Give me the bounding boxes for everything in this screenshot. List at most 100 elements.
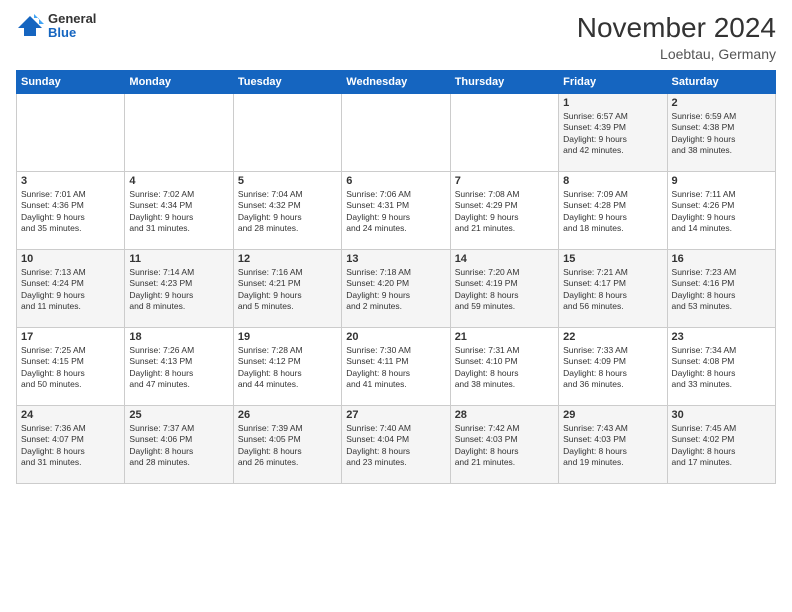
day-number: 17 (21, 331, 120, 343)
day-info: Sunrise: 7:06 AMSunset: 4:31 PMDaylight:… (346, 189, 445, 235)
calendar-header-friday: Friday (559, 71, 667, 94)
day-info: Sunrise: 7:40 AMSunset: 4:04 PMDaylight:… (346, 423, 445, 469)
table-row: 19 Sunrise: 7:28 AMSunset: 4:12 PMDayligh… (233, 328, 341, 406)
day-info: Sunrise: 7:09 AMSunset: 4:28 PMDaylight:… (563, 189, 662, 235)
table-row: 2Sunrise: 6:59 AMSunset: 4:38 PMDaylight… (667, 94, 775, 172)
day-info: Sunrise: 7:25 AMSunset: 4:15 PMDaylight:… (21, 345, 120, 391)
page-header: General Blue November 2024 Loebtau, Germ… (0, 0, 792, 70)
calendar-header-thursday: Thursday (450, 71, 558, 94)
calendar-header-wednesday: Wednesday (342, 71, 450, 94)
table-row: 22Sunrise: 7:33 AMSunset: 4:09 PMDayligh… (559, 328, 667, 406)
day-info: Sunrise: 7:21 AMSunset: 4:17 PMDaylight:… (563, 267, 662, 313)
day-number: 8 (563, 175, 662, 187)
day-info: Sunrise: 7:33 AMSunset: 4:09 PMDaylight:… (563, 345, 662, 391)
day-number: 9 (672, 175, 771, 187)
table-row (17, 94, 125, 172)
day-info: Sunrise: 7:34 AMSunset: 4:08 PMDaylight:… (672, 345, 771, 391)
day-number: 1 (563, 97, 662, 109)
table-row: 20Sunrise: 7:30 AMSunset: 4:11 PMDayligh… (342, 328, 450, 406)
calendar-table: SundayMondayTuesdayWednesdayThursdayFrid… (16, 70, 776, 484)
day-info: Sunrise: 7:01 AMSunset: 4:36 PMDaylight:… (21, 189, 120, 235)
day-info: Sunrise: 6:57 AMSunset: 4:39 PMDaylight:… (563, 111, 662, 157)
table-row: 14Sunrise: 7:20 AMSunset: 4:19 PMDayligh… (450, 250, 558, 328)
calendar-header-monday: Monday (125, 71, 233, 94)
day-number: 11 (129, 253, 228, 265)
table-row: 25 Sunrise: 7:37 AMSunset: 4:06 PMDayligh… (125, 406, 233, 484)
calendar-week-2: 10 Sunrise: 7:13 AMSunset: 4:24 PMDayligh… (17, 250, 776, 328)
day-number: 25 (129, 409, 228, 421)
table-row: 10 Sunrise: 7:13 AMSunset: 4:24 PMDayligh… (17, 250, 125, 328)
calendar-week-1: 3Sunrise: 7:01 AMSunset: 4:36 PMDaylight… (17, 172, 776, 250)
table-row: 7 Sunrise: 7:08 AMSunset: 4:29 PMDaylight… (450, 172, 558, 250)
table-row: 28 Sunrise: 7:42 AMSunset: 4:03 PMDayligh… (450, 406, 558, 484)
table-row (450, 94, 558, 172)
day-number: 28 (455, 409, 554, 421)
title-section: November 2024 Loebtau, Germany (577, 12, 776, 62)
day-number: 29 (563, 409, 662, 421)
day-info: Sunrise: 7:11 AMSunset: 4:26 PMDaylight:… (672, 189, 771, 235)
table-row: 5 Sunrise: 7:04 AMSunset: 4:32 PMDaylight… (233, 172, 341, 250)
day-number: 19 (238, 331, 337, 343)
table-row (125, 94, 233, 172)
calendar-week-0: 1 Sunrise: 6:57 AMSunset: 4:39 PMDaylight… (17, 94, 776, 172)
table-row: 27 Sunrise: 7:40 AMSunset: 4:04 PMDayligh… (342, 406, 450, 484)
table-row (233, 94, 341, 172)
day-info: Sunrise: 7:31 AMSunset: 4:10 PMDaylight:… (455, 345, 554, 391)
day-number: 24 (21, 409, 120, 421)
day-number: 21 (455, 331, 554, 343)
day-number: 15 (563, 253, 662, 265)
calendar-header-saturday: Saturday (667, 71, 775, 94)
table-row: 1 Sunrise: 6:57 AMSunset: 4:39 PMDaylight… (559, 94, 667, 172)
day-number: 13 (346, 253, 445, 265)
calendar-wrapper: SundayMondayTuesdayWednesdayThursdayFrid… (0, 70, 792, 484)
day-number: 23 (672, 331, 771, 343)
table-row: 13 Sunrise: 7:18 AMSunset: 4:20 PMDayligh… (342, 250, 450, 328)
table-row: 17 Sunrise: 7:25 AMSunset: 4:15 PMDayligh… (17, 328, 125, 406)
day-info: Sunrise: 7:45 AMSunset: 4:02 PMDaylight:… (672, 423, 771, 469)
table-row: 3Sunrise: 7:01 AMSunset: 4:36 PMDaylight… (17, 172, 125, 250)
day-info: Sunrise: 7:26 AMSunset: 4:13 PMDaylight:… (129, 345, 228, 391)
day-number: 27 (346, 409, 445, 421)
table-row: 21 Sunrise: 7:31 AMSunset: 4:10 PMDayligh… (450, 328, 558, 406)
day-info: Sunrise: 7:16 AMSunset: 4:21 PMDaylight:… (238, 267, 337, 313)
calendar-header-tuesday: Tuesday (233, 71, 341, 94)
table-row: 8 Sunrise: 7:09 AMSunset: 4:28 PMDaylight… (559, 172, 667, 250)
day-info: Sunrise: 7:14 AMSunset: 4:23 PMDaylight:… (129, 267, 228, 313)
table-row: 15 Sunrise: 7:21 AMSunset: 4:17 PMDayligh… (559, 250, 667, 328)
logo: General Blue (16, 12, 96, 41)
table-row (342, 94, 450, 172)
logo-general: General (48, 12, 96, 26)
table-row: 26Sunrise: 7:39 AMSunset: 4:05 PMDayligh… (233, 406, 341, 484)
day-number: 4 (129, 175, 228, 187)
table-row: 24Sunrise: 7:36 AMSunset: 4:07 PMDayligh… (17, 406, 125, 484)
day-info: Sunrise: 7:37 AMSunset: 4:06 PMDaylight:… (129, 423, 228, 469)
table-row: 16Sunrise: 7:23 AMSunset: 4:16 PMDayligh… (667, 250, 775, 328)
table-row: 29 Sunrise: 7:43 AMSunset: 4:03 PMDayligh… (559, 406, 667, 484)
calendar-week-3: 17 Sunrise: 7:25 AMSunset: 4:15 PMDayligh… (17, 328, 776, 406)
table-row: 9 Sunrise: 7:11 AMSunset: 4:26 PMDaylight… (667, 172, 775, 250)
day-info: Sunrise: 7:42 AMSunset: 4:03 PMDaylight:… (455, 423, 554, 469)
table-row: 23 Sunrise: 7:34 AMSunset: 4:08 PMDayligh… (667, 328, 775, 406)
day-info: Sunrise: 7:18 AMSunset: 4:20 PMDaylight:… (346, 267, 445, 313)
day-info: Sunrise: 7:13 AMSunset: 4:24 PMDaylight:… (21, 267, 120, 313)
day-info: Sunrise: 7:30 AMSunset: 4:11 PMDaylight:… (346, 345, 445, 391)
day-number: 30 (672, 409, 771, 421)
day-info: Sunrise: 7:04 AMSunset: 4:32 PMDaylight:… (238, 189, 337, 235)
table-row: 18Sunrise: 7:26 AMSunset: 4:13 PMDayligh… (125, 328, 233, 406)
day-number: 16 (672, 253, 771, 265)
day-info: Sunrise: 7:43 AMSunset: 4:03 PMDaylight:… (563, 423, 662, 469)
day-number: 7 (455, 175, 554, 187)
table-row: 12Sunrise: 7:16 AMSunset: 4:21 PMDayligh… (233, 250, 341, 328)
table-row: 6Sunrise: 7:06 AMSunset: 4:31 PMDaylight… (342, 172, 450, 250)
logo-blue: Blue (48, 26, 96, 40)
day-number: 10 (21, 253, 120, 265)
calendar-header-sunday: Sunday (17, 71, 125, 94)
day-info: Sunrise: 7:08 AMSunset: 4:29 PMDaylight:… (455, 189, 554, 235)
day-info: Sunrise: 7:20 AMSunset: 4:19 PMDaylight:… (455, 267, 554, 313)
logo-text: General Blue (48, 12, 96, 41)
day-info: Sunrise: 7:28 AMSunset: 4:12 PMDaylight:… (238, 345, 337, 391)
day-info: Sunrise: 7:39 AMSunset: 4:05 PMDaylight:… (238, 423, 337, 469)
logo-icon (16, 14, 44, 38)
day-number: 5 (238, 175, 337, 187)
calendar-week-4: 24Sunrise: 7:36 AMSunset: 4:07 PMDayligh… (17, 406, 776, 484)
